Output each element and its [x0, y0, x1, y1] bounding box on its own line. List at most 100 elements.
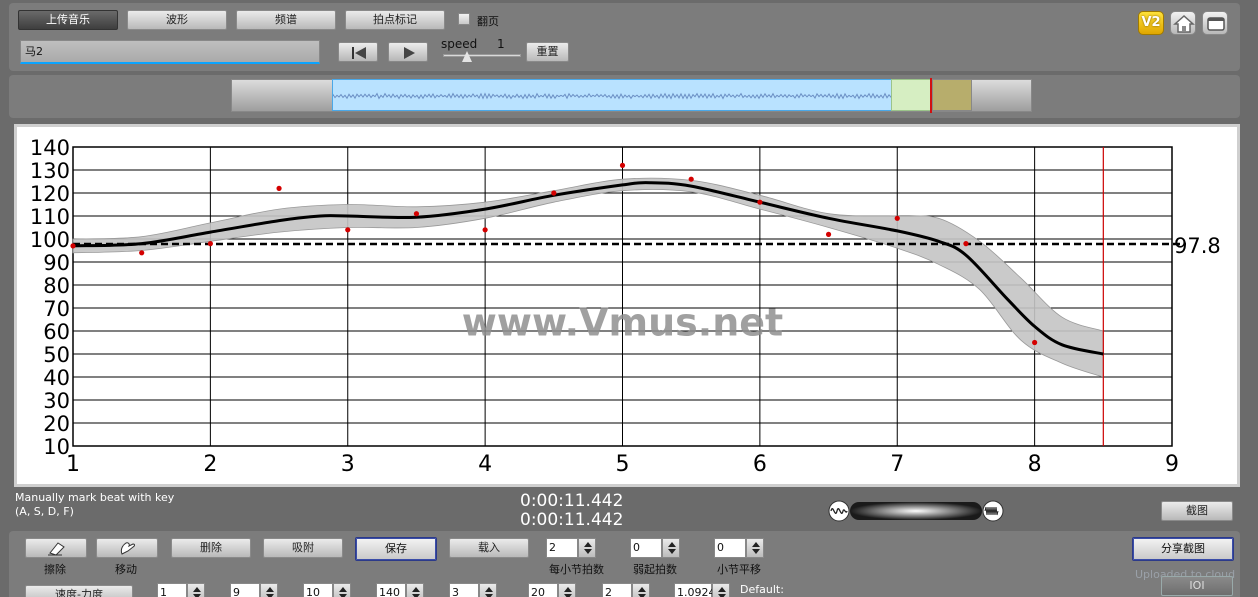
- song-title-field[interactable]: 马2: [20, 40, 320, 64]
- default-label: Default:: [740, 583, 784, 596]
- tempo-force-button[interactable]: 速度-力度: [25, 585, 133, 597]
- bar-shift-stepper[interactable]: [746, 538, 764, 558]
- x-tick-label-4: 5: [616, 452, 630, 477]
- play-button[interactable]: [388, 42, 428, 62]
- keyboard-hint-line1: Manually mark beat with key: [15, 491, 175, 504]
- waveform-next-region[interactable]: [932, 79, 972, 111]
- beats-per-bar-stepper[interactable]: [578, 538, 596, 558]
- y-tick-label-7: 80: [43, 274, 70, 298]
- version-button[interactable]: V2: [1138, 11, 1164, 35]
- param-field-8[interactable]: 1.0924: [674, 583, 716, 597]
- param-stepper-4[interactable]: [406, 583, 424, 597]
- beat-point-13: [963, 241, 969, 247]
- pickup-beats-stepper[interactable]: [662, 538, 680, 558]
- param-stepper-8[interactable]: [712, 583, 730, 597]
- page-turn-label: 翻页: [477, 15, 499, 28]
- beat-mark-button[interactable]: 拍点标记: [345, 10, 445, 30]
- move-button[interactable]: [96, 538, 158, 558]
- scrub-control[interactable]: [828, 500, 1004, 522]
- beat-point-3: [276, 185, 282, 191]
- x-tick-label-1: 2: [203, 452, 217, 477]
- home-button[interactable]: [1170, 11, 1196, 35]
- param-stepper-5[interactable]: [479, 583, 497, 597]
- y-tick-label-10: 110: [30, 205, 70, 229]
- waveform-playhead[interactable]: [930, 78, 932, 113]
- beat-point-9: [688, 176, 694, 182]
- x-tick-label-5: 6: [753, 452, 767, 477]
- screenshot-button[interactable]: 截图: [1161, 501, 1233, 521]
- y-tick-label-13: 140: [30, 136, 70, 160]
- erase-label: 擦除: [44, 563, 66, 576]
- param-field-3[interactable]: 10: [303, 583, 333, 597]
- x-tick-label-8: 9: [1165, 452, 1179, 477]
- skip-back-icon: [352, 47, 366, 59]
- y-tick-label-3: 40: [43, 366, 70, 390]
- skip-back-button[interactable]: [338, 42, 378, 62]
- keyboard-hint-line2: (A, S, D, F): [15, 505, 74, 518]
- beat-point-0: [70, 243, 76, 249]
- window-button[interactable]: [1202, 11, 1228, 35]
- reference-line-label: 97.8: [1174, 234, 1221, 258]
- move-label: 移动: [115, 563, 137, 576]
- beat-point-12: [894, 215, 900, 221]
- y-tick-label-8: 90: [43, 251, 70, 275]
- page-turn-checkbox[interactable]: [458, 13, 470, 25]
- param-stepper-1[interactable]: [187, 583, 205, 597]
- param-field-7[interactable]: 2: [602, 583, 632, 597]
- param-field-2[interactable]: 9: [230, 583, 260, 597]
- tempo-chart[interactable]: 1 2 3 4 5 6 7 8 91020304050607080901001101201301…: [17, 127, 1237, 484]
- param-stepper-6[interactable]: [558, 583, 576, 597]
- speed-slider-thumb[interactable]: [462, 51, 472, 62]
- waveform-button[interactable]: 波形: [127, 10, 227, 30]
- delete-button[interactable]: 删除: [171, 538, 251, 558]
- waveform-selection[interactable]: [332, 79, 894, 111]
- bar-shift-input[interactable]: 0: [714, 538, 746, 558]
- param-field-5[interactable]: 3: [449, 583, 479, 597]
- speed-value: 1: [497, 37, 505, 51]
- bar-shift-label: 小节平移: [717, 563, 761, 576]
- spectrum-button[interactable]: 频谱: [236, 10, 336, 30]
- ioi-button[interactable]: IOI: [1161, 576, 1233, 596]
- param-stepper-7[interactable]: [632, 583, 650, 597]
- param-field-6[interactable]: 20: [528, 583, 558, 597]
- beats-per-bar-label: 每小节拍数: [549, 563, 604, 576]
- reset-button[interactable]: 重置: [526, 42, 569, 62]
- param-stepper-2[interactable]: [260, 583, 278, 597]
- x-tick-label-2: 3: [341, 452, 355, 477]
- beat-point-8: [619, 162, 626, 168]
- beat-point-10: [757, 199, 763, 205]
- erase-button[interactable]: [25, 538, 87, 558]
- param-stepper-3[interactable]: [333, 583, 351, 597]
- time-readout-1: 0:00:11.442: [520, 491, 624, 511]
- eraser-icon: [48, 542, 65, 556]
- waveform-trace: [332, 92, 894, 100]
- param-field-1[interactable]: 1: [157, 583, 187, 597]
- time-readout-2: 0:00:11.442: [520, 510, 624, 530]
- y-tick-label-6: 70: [43, 297, 70, 321]
- fast-wave-icon[interactable]: [982, 500, 1004, 522]
- speed-label: speed: [441, 37, 478, 51]
- beats-per-bar-input[interactable]: 2: [546, 538, 578, 558]
- upload-music-button[interactable]: 上传音乐: [18, 10, 118, 30]
- beat-point-14: [1032, 339, 1038, 346]
- load-button[interactable]: 载入: [449, 538, 529, 558]
- y-tick-label-0: 10: [43, 435, 70, 459]
- speed-slider-track[interactable]: [443, 54, 521, 57]
- param-field-4[interactable]: 140: [376, 583, 406, 597]
- window-icon: [1207, 17, 1225, 31]
- waveform-current-region[interactable]: [891, 79, 931, 111]
- pickup-beats-input[interactable]: 0: [630, 538, 662, 558]
- attach-button[interactable]: 吸附: [263, 538, 343, 558]
- x-tick-label-6: 7: [890, 452, 904, 477]
- beat-point-5: [413, 211, 420, 217]
- share-screenshot-button[interactable]: 分享截图: [1132, 537, 1234, 561]
- beat-point-6: [482, 227, 488, 233]
- x-tick-label-3: 4: [478, 452, 492, 477]
- slow-wave-icon[interactable]: [828, 500, 850, 522]
- watermark-text: www.Vmus.net: [462, 301, 783, 345]
- keyboard-hint: Manually mark beat with key (A, S, D, F): [15, 491, 174, 519]
- beat-point-2: [207, 241, 213, 247]
- y-tick-label-1: 20: [43, 412, 70, 436]
- hand-icon: [120, 542, 135, 555]
- save-button[interactable]: 保存: [355, 537, 437, 561]
